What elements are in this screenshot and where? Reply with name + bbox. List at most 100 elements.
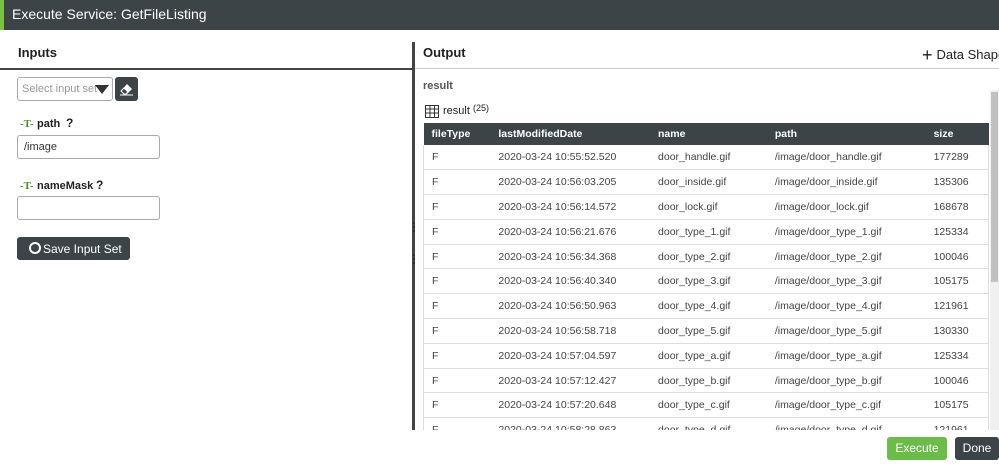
string-type-icon: -T- (20, 180, 34, 192)
column-header-filetype[interactable]: fileType (423, 123, 491, 145)
cell-path: /image/door_type_3.gif (766, 268, 926, 295)
result-count: (25) (472, 103, 489, 113)
save-input-set-button[interactable]: Save Input Set (17, 237, 130, 260)
table-row[interactable]: F2020-03-24 10:58:28.863door_type_d.gif/… (423, 417, 989, 430)
cell-path: /image/door_type_b.gif (766, 368, 926, 394)
cell-size: 125334 (925, 343, 989, 369)
table-row[interactable]: F 2020-03-24 10:56:34.368 door_type_2.gif /… (423, 244, 989, 270)
inputs-header: Inputs (18, 45, 57, 60)
cell-path: /image/door_type_d.gif (766, 417, 926, 430)
table-row[interactable]: F 2020-03-24 10:56:50.963 door_type_4.gif /… (423, 293, 989, 320)
result-table: fileType lastModifiedDate name path size… (423, 123, 989, 430)
cell-lastmodifieddate: 2020-03-24 10:57:04.597 (490, 343, 651, 369)
cell-size: 100046 (925, 244, 989, 270)
inputs-divider (0, 68, 412, 70)
table-header-row: fileType lastModifiedDate name path size (423, 123, 989, 145)
cell-name: door_inside.gif (650, 169, 767, 196)
cell-size: 125334 (925, 219, 989, 245)
cell-name: door_type_b.gif (650, 368, 767, 394)
cell-path: /image/door_type_2.gif (766, 244, 926, 270)
cell-filetype: F (423, 417, 491, 430)
window-title: Execute Service: GetFileListing (12, 6, 207, 22)
clear-inputs-button[interactable] (115, 77, 138, 101)
cell-lastmodifieddate: 2020-03-24 10:56:40.340 (490, 268, 651, 295)
column-header-size[interactable]: size (925, 123, 989, 145)
cell-name: door_type_1.gif (650, 219, 767, 245)
namemask-help-icon[interactable]: ? (96, 178, 103, 192)
cell-path: /image/door_type_1.gif (766, 219, 926, 245)
save-input-set-label: Save Input Set (43, 242, 122, 256)
cell-name: door_lock.gif (650, 194, 767, 220)
circle-icon (29, 242, 41, 254)
table-row[interactable]: F 2020-03-24 10:56:03.205 door_inside.gif /… (423, 169, 989, 196)
cell-lastmodifieddate: 2020-03-24 10:56:03.205 (490, 169, 651, 196)
result-name: result (25) (443, 103, 489, 117)
cell-filetype: F (423, 392, 491, 419)
cell-path: /image/door_lock.gif (766, 194, 926, 220)
done-button[interactable]: Done (955, 437, 999, 460)
cell-path: /image/door_inside.gif (766, 169, 926, 196)
input-set-placeholder: Select input set (22, 83, 98, 95)
cell-name: door_handle.gif (650, 145, 767, 171)
cell-name: door_type_2.gif (650, 244, 767, 270)
table-row[interactable]: F 2020-03-24 10:56:58.718 door_type_5.gif /… (423, 318, 989, 344)
output-scrollbar[interactable] (990, 90, 999, 430)
column-header-path[interactable]: path (766, 123, 926, 145)
cell-size: 121961 (925, 293, 989, 320)
cell-lastmodifieddate: 2020-03-24 10:57:12.427 (490, 368, 651, 394)
table-row[interactable]: F 2020-03-24 10:56:14.572 door_lock.gif/im… (423, 194, 989, 220)
cell-size: 100046 (925, 368, 989, 394)
table-row[interactable]: F 2020-03-24 10:56:21.676 door_type_1.gif /… (423, 219, 989, 245)
path-label: path (37, 118, 61, 130)
cell-size: 105175 (925, 392, 989, 419)
input-set-select[interactable]: Select input set (17, 77, 113, 101)
result-name-text: result (443, 105, 470, 117)
cell-lastmodifieddate: 2020-03-24 10:56:50.963 (490, 293, 651, 320)
cell-name: door_type_a.gif (650, 343, 767, 369)
output-panel: Output + Data Shape result result (25) fi… (415, 30, 999, 430)
inputs-panel: Inputs Select input set -T- path ? /imag… (0, 30, 412, 430)
cell-filetype: F (423, 368, 491, 394)
scrollbar-thumb[interactable] (991, 92, 998, 282)
cell-name: door_type_d.gif (650, 417, 767, 430)
cell-lastmodifieddate: 2020-03-24 10:55:52.520 (490, 145, 651, 171)
table-row[interactable]: F 2020-03-24 10:55:52.520 door_handle.gif /… (423, 145, 989, 171)
column-header-name[interactable]: name (650, 123, 767, 145)
cell-lastmodifieddate: 2020-03-24 10:57:20.648 (490, 392, 651, 419)
namemask-label: nameMask (37, 180, 94, 192)
cell-filetype: F (423, 194, 491, 220)
cell-lastmodifieddate: 2020-03-24 10:56:14.572 (490, 194, 651, 220)
cell-filetype: F (423, 219, 491, 245)
cell-name: door_type_5.gif (650, 318, 767, 344)
cell-lastmodifieddate: 2020-03-24 10:56:58.718 (490, 318, 651, 344)
path-input[interactable]: /image (17, 135, 160, 159)
path-help-icon[interactable]: ? (66, 116, 73, 130)
cell-path: /image/door_type_a.gif (766, 343, 926, 369)
cell-size: 121961 (925, 417, 989, 430)
cell-name: door_type_3.gif (650, 268, 767, 295)
table-icon (425, 105, 439, 118)
result-label: result (423, 80, 453, 92)
table-row[interactable]: F 2020-03-24 10:57:20.648 door_type_c.gif /… (423, 392, 989, 419)
table-row[interactable]: F 2020-03-24 10:56:40.340 door_type_3.gif /… (423, 268, 989, 295)
string-type-icon: -T- (20, 118, 34, 130)
cell-path: /image/door_handle.gif (766, 145, 926, 171)
column-header-lastmodifieddate[interactable]: lastModifiedDate (490, 123, 651, 145)
cell-lastmodifieddate: 2020-03-24 10:58:28.863 (490, 417, 651, 430)
cell-filetype: F (423, 293, 491, 320)
cell-size: 135306 (925, 169, 989, 196)
table-row[interactable]: F 2020-03-24 10:57:12.427 door_type_b.gif /… (423, 368, 989, 394)
execute-button[interactable]: Execute (887, 437, 947, 460)
eraser-icon (120, 84, 133, 96)
cell-filetype: F (423, 145, 491, 171)
cell-path: /image/door_type_4.gif (766, 293, 926, 320)
dropdown-arrow-icon (95, 85, 109, 94)
table-row[interactable]: F 2020-03-24 10:57:04.597 door_type_a.gif /… (423, 343, 989, 369)
cell-filetype: F (423, 169, 491, 196)
cell-size: 130330 (925, 318, 989, 344)
cell-name: door_type_c.gif (650, 392, 767, 419)
cell-size: 105175 (925, 268, 989, 295)
cell-name: door_type_4.gif (650, 293, 767, 320)
namemask-input[interactable] (17, 196, 160, 220)
cell-filetype: F (423, 318, 491, 344)
